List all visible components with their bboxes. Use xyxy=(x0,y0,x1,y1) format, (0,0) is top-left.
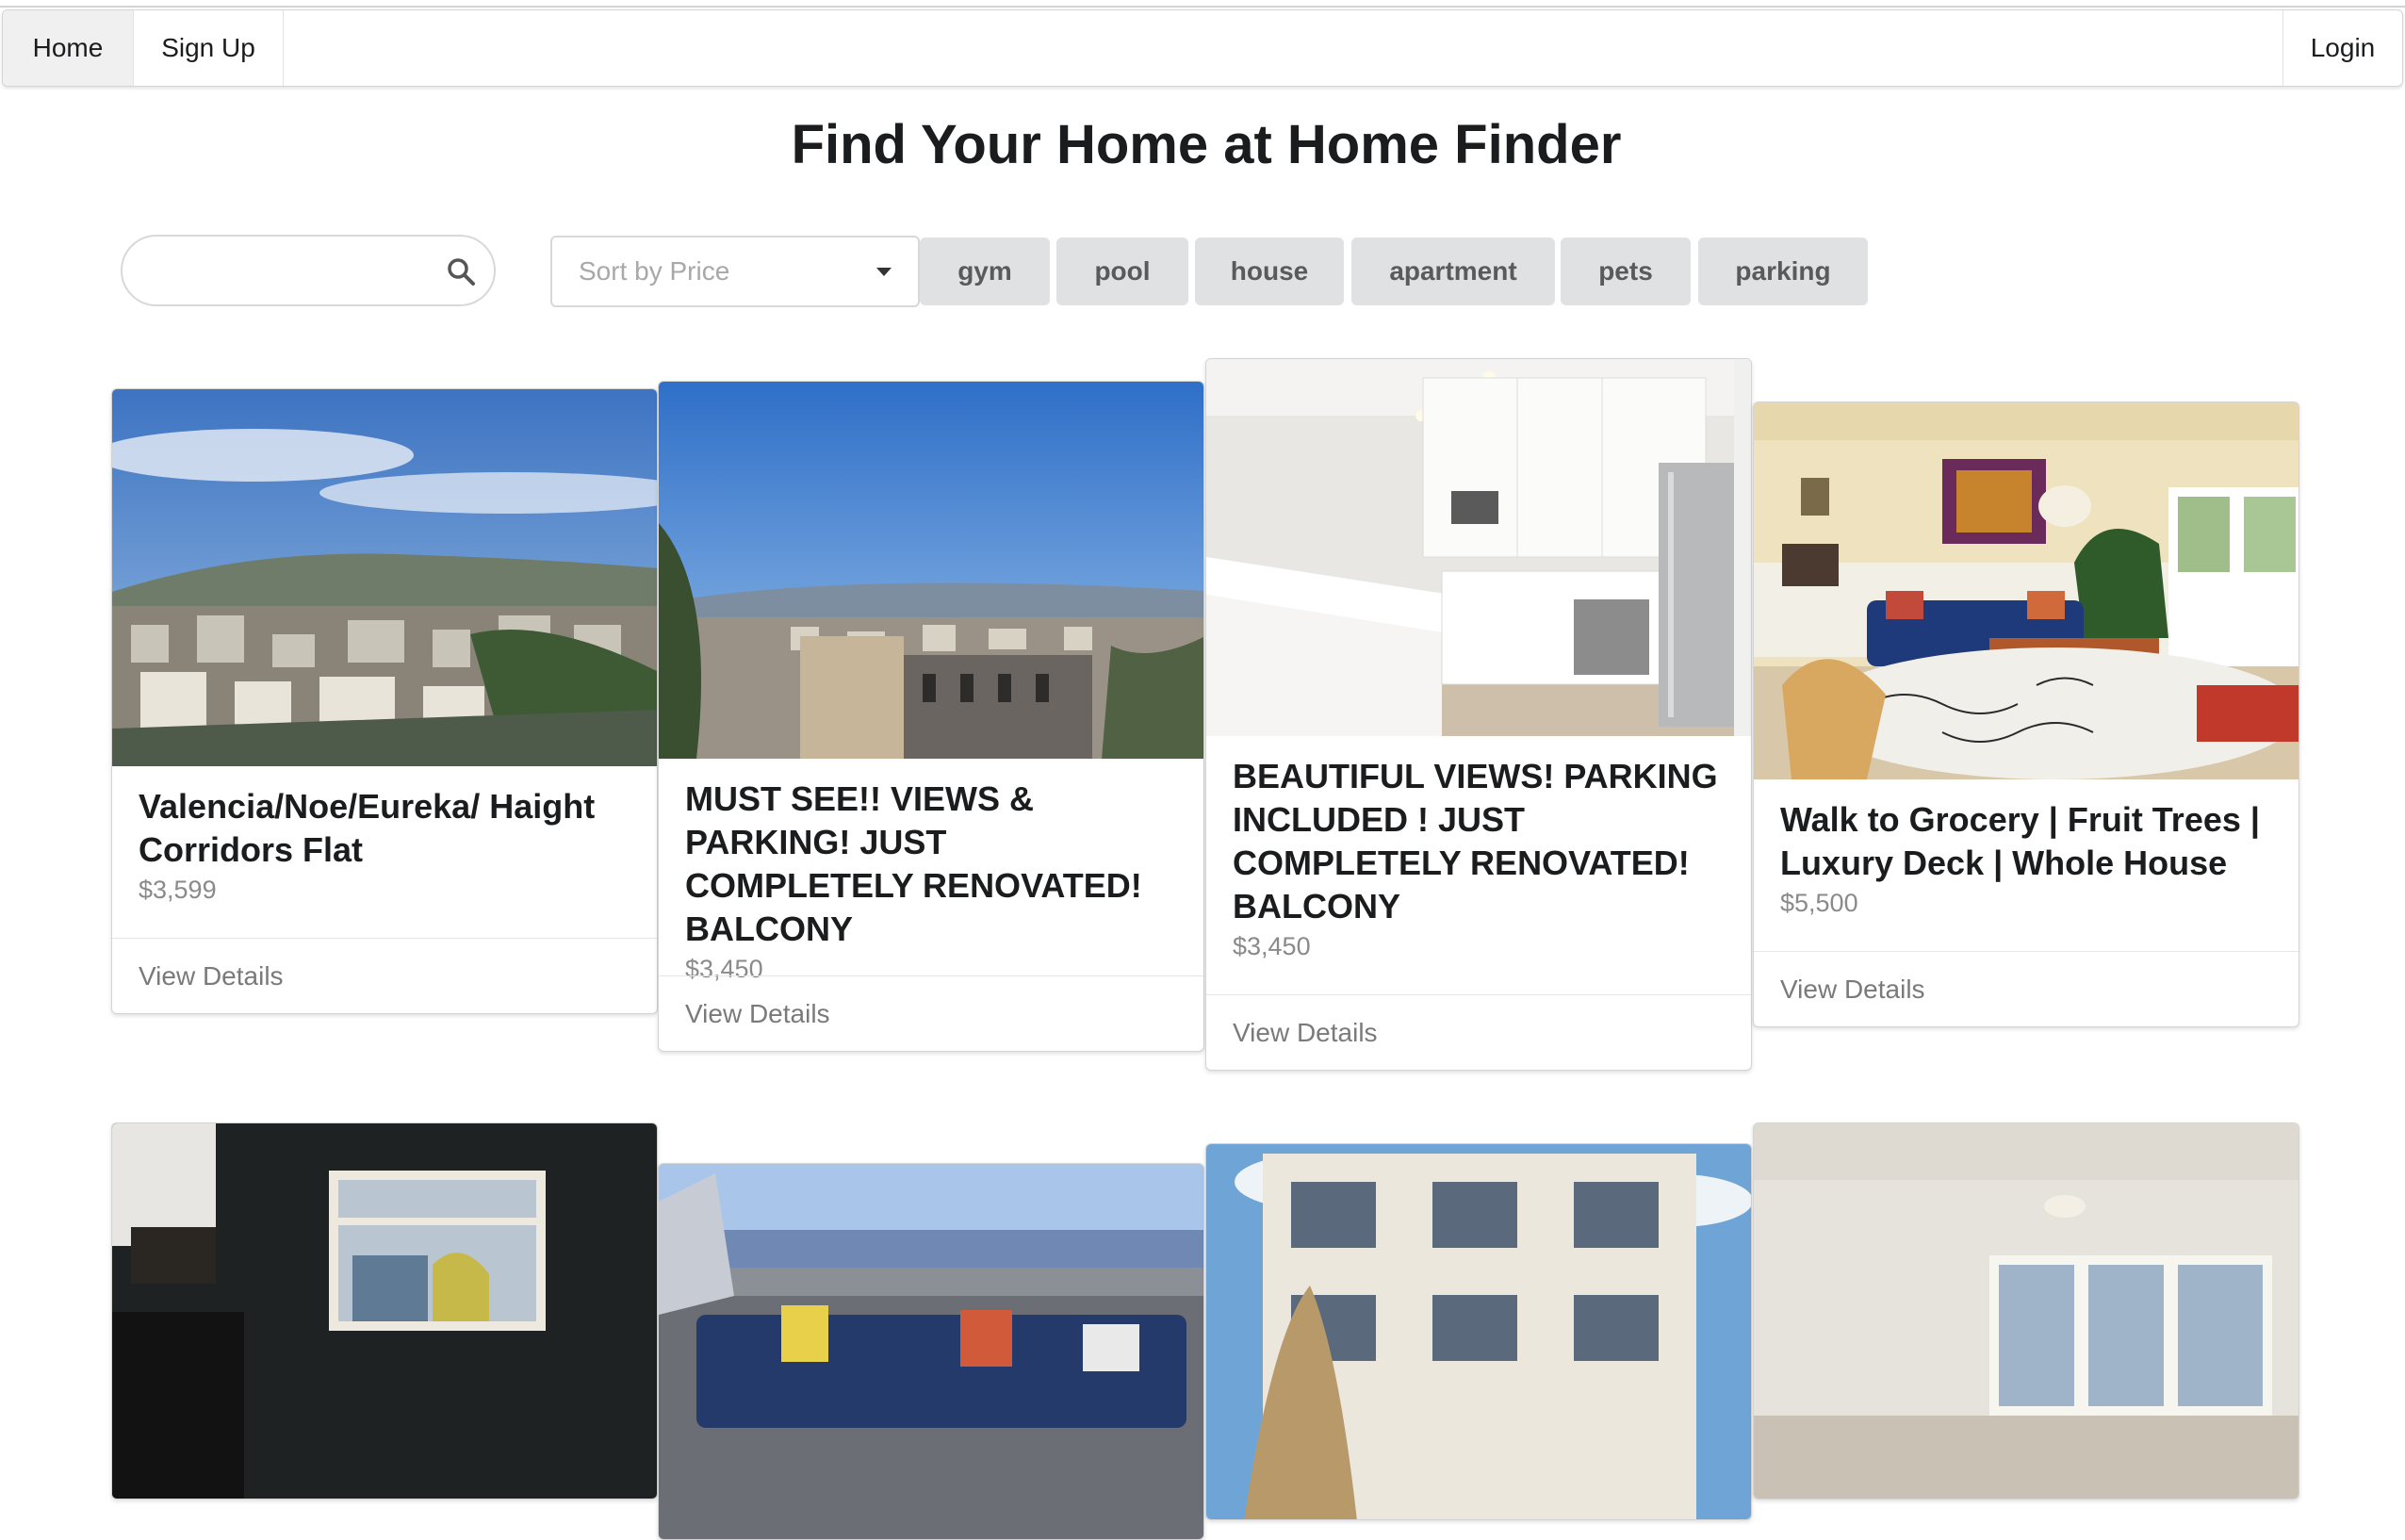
sort-dropdown[interactable]: Sort by Price xyxy=(550,236,920,307)
nav-home-link[interactable]: Home xyxy=(3,10,134,86)
listing-card[interactable] xyxy=(1205,1143,1752,1520)
listing-content: BEAUTIFUL VIEWS! PARKING INCLUDED ! JUST… xyxy=(1233,755,1723,961)
listing-photo[interactable] xyxy=(659,1164,1203,1539)
view-details-link[interactable]: View Details xyxy=(659,975,1203,1051)
listing-title[interactable]: Valencia/Noe/Eureka/ Haight Corridors Fl… xyxy=(139,785,629,872)
tag-parking[interactable]: parking xyxy=(1698,238,1868,305)
top-navbar: Home Sign Up Login xyxy=(2,9,2403,87)
search-input[interactable] xyxy=(145,250,432,293)
listing-photo[interactable] xyxy=(112,1123,657,1499)
listing-card[interactable]: BEAUTIFUL VIEWS! PARKING INCLUDED ! JUST… xyxy=(1205,358,1752,1071)
listing-photo[interactable] xyxy=(659,382,1203,759)
tag-apartment[interactable]: apartment xyxy=(1351,238,1555,305)
tag-gym[interactable]: gym xyxy=(920,238,1050,305)
listing-price: $3,450 xyxy=(1233,932,1311,960)
tag-pool[interactable]: pool xyxy=(1056,238,1188,305)
listing-price: $5,500 xyxy=(1780,889,1858,917)
view-details-link[interactable]: View Details xyxy=(112,938,657,1013)
page-title: Find Your Home at Home Finder xyxy=(791,114,1622,175)
listing-photo[interactable] xyxy=(112,389,657,766)
listing-content: Valencia/Noe/Eureka/ Haight Corridors Fl… xyxy=(139,785,629,905)
listing-photo[interactable] xyxy=(1754,1123,2299,1499)
search-box xyxy=(121,235,496,306)
listing-card[interactable] xyxy=(111,1122,658,1499)
listing-price: $3,599 xyxy=(139,876,217,904)
listing-title[interactable]: BEAUTIFUL VIEWS! PARKING INCLUDED ! JUST… xyxy=(1233,755,1723,928)
listing-content: MUST SEE!! VIEWS & PARKING! JUST COMPLET… xyxy=(685,778,1175,984)
view-details-link[interactable]: View Details xyxy=(1206,994,1751,1070)
listing-title[interactable]: MUST SEE!! VIEWS & PARKING! JUST COMPLET… xyxy=(685,778,1175,951)
chevron-down-icon xyxy=(876,268,892,276)
listing-title[interactable]: Walk to Grocery | Fruit Trees | Luxury D… xyxy=(1780,798,2270,885)
nav-login-link[interactable]: Login xyxy=(2282,10,2402,86)
listing-card[interactable] xyxy=(1753,1122,2299,1499)
listing-card[interactable]: Walk to Grocery | Fruit Trees | Luxury D… xyxy=(1753,401,2299,1027)
listing-photo[interactable] xyxy=(1206,1144,1751,1519)
listing-photo[interactable] xyxy=(1206,359,1751,736)
view-details-link[interactable]: View Details xyxy=(1754,951,2299,1026)
listing-photo[interactable] xyxy=(1754,402,2299,779)
nav-signup-link[interactable]: Sign Up xyxy=(134,10,284,86)
listing-card[interactable] xyxy=(658,1163,1204,1540)
listing-content: Walk to Grocery | Fruit Trees | Luxury D… xyxy=(1780,798,2270,918)
listing-card[interactable]: Valencia/Noe/Eureka/ Haight Corridors Fl… xyxy=(111,388,658,1014)
tag-pets[interactable]: pets xyxy=(1561,238,1691,305)
sort-label: Sort by Price xyxy=(579,256,730,286)
listing-card[interactable]: MUST SEE!! VIEWS & PARKING! JUST COMPLET… xyxy=(658,381,1204,1052)
search-icon[interactable] xyxy=(445,255,477,287)
top-border xyxy=(0,0,2405,8)
tag-house[interactable]: house xyxy=(1195,238,1344,305)
